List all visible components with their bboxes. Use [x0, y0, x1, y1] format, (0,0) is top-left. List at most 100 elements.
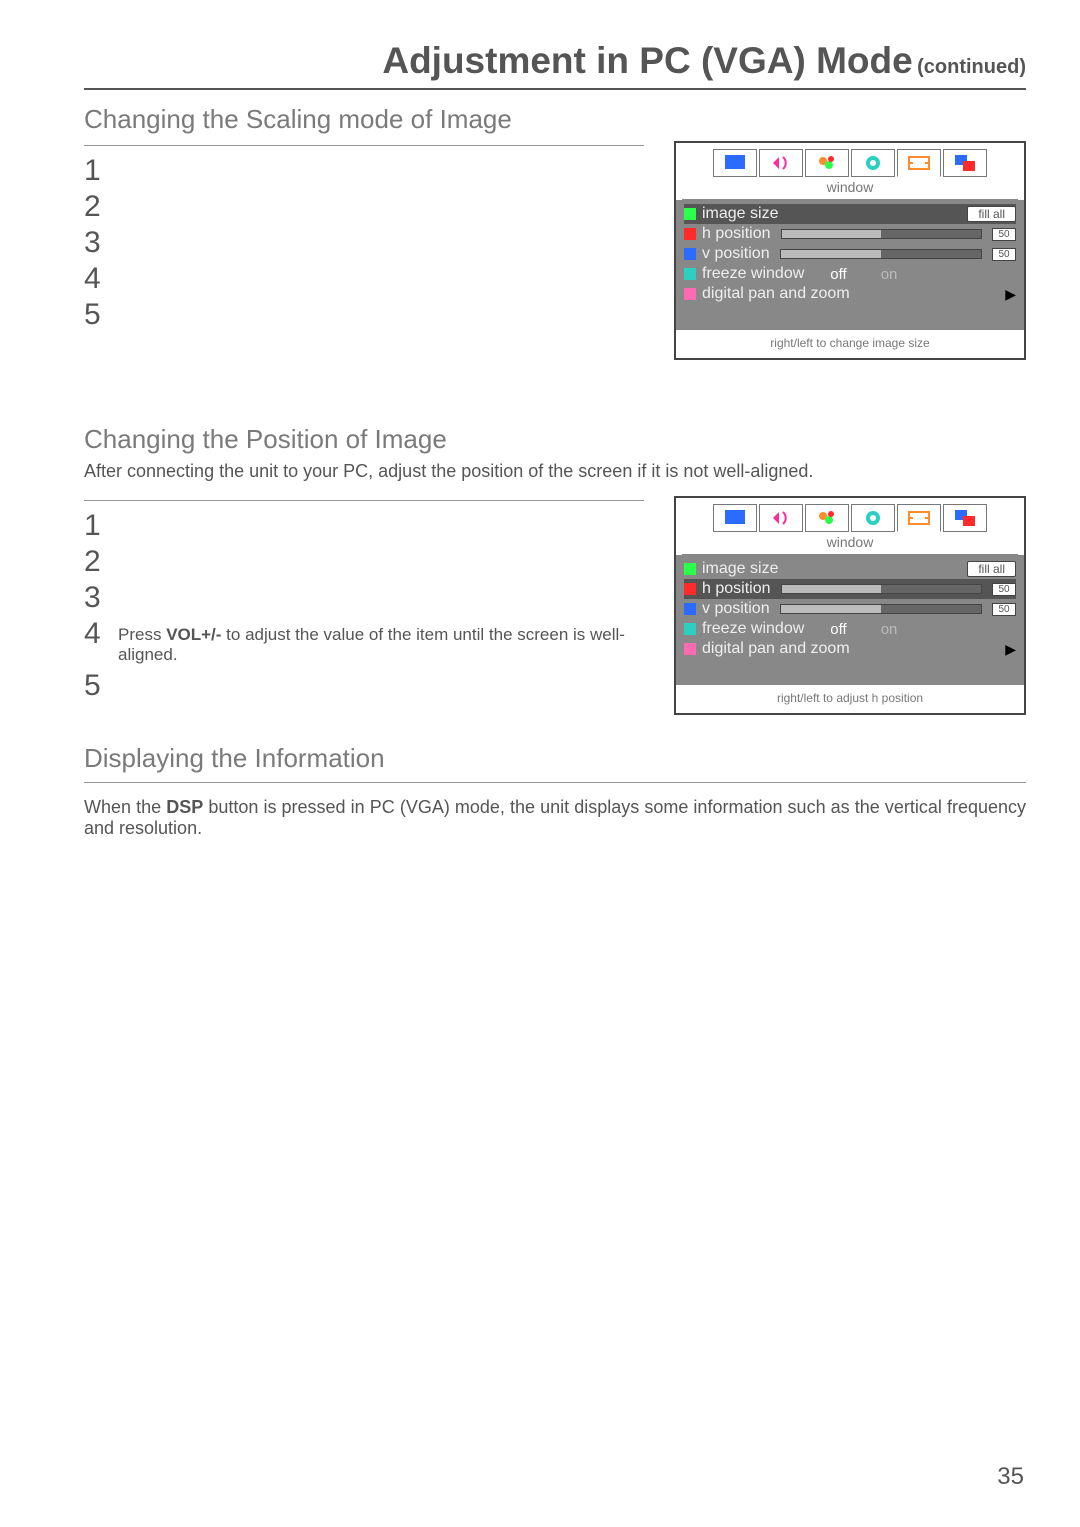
step-number: 1 [84, 156, 108, 186]
bullet-icon [684, 288, 696, 300]
osd-tab-label: window [682, 532, 1018, 555]
step: 2 [84, 192, 644, 222]
divider [84, 500, 644, 501]
page: Adjustment in PC (VGA) Mode (continued) … [0, 0, 1080, 1527]
step-number: 1 [84, 511, 108, 541]
osd-item-dpz: digital pan and zoom ▶ [684, 284, 1016, 304]
osd-body: image size fill all h position 50 v posi… [676, 200, 1024, 330]
osd-tabs [676, 143, 1024, 177]
osd-tab-audio-icon [759, 149, 803, 177]
key-label: DSP [166, 797, 203, 817]
osd-tab-window-icon [897, 149, 941, 177]
osd-item-h-position: h position 50 [684, 224, 1016, 244]
osd-hint: right/left to adjust h position [676, 685, 1024, 713]
step: 2 [84, 547, 644, 577]
osd-item-value: fill all [967, 206, 1016, 222]
osd-item-value: 50 [992, 228, 1016, 241]
page-number: 35 [997, 1463, 1024, 1491]
osd-item-label: digital pan and zoom [702, 285, 850, 303]
osd-item-value: 50 [992, 248, 1016, 261]
section2-steps: 1 2 3 4 Press VOL+/- to adjust the value… [84, 496, 644, 715]
osd-tab-pip-icon [943, 149, 987, 177]
step-number: 2 [84, 192, 108, 222]
section1-steps: 1 2 3 4 5 [84, 141, 644, 360]
bullet-icon [684, 643, 696, 655]
osd-item-label: freeze window [702, 620, 804, 638]
step-text: Press VOL+/- to adjust the value of the … [118, 619, 644, 665]
step: 1 [84, 156, 644, 186]
bullet-icon [684, 228, 696, 240]
osd-hint: right/left to change image size [676, 330, 1024, 358]
section2-intro: After connecting the unit to your PC, ad… [84, 461, 1026, 482]
osd-tab-label: window [682, 177, 1018, 200]
osd-tabs [676, 498, 1024, 532]
slider-icon [780, 604, 982, 614]
bullet-icon [684, 583, 696, 595]
step-number: 5 [84, 300, 108, 330]
osd-item-label: h position [702, 225, 771, 243]
osd-item-v-position: v position 50 [684, 244, 1016, 264]
osd-item-label: image size [702, 560, 778, 578]
osd-tab-picture-icon [713, 149, 757, 177]
osd-item-label: image size [702, 205, 778, 223]
slider-icon [781, 584, 983, 594]
step-number: 2 [84, 547, 108, 577]
step: 4 Press VOL+/- to adjust the value of th… [84, 619, 644, 665]
osd-value-on: on [881, 266, 898, 283]
slider-icon [781, 229, 983, 239]
osd-tab-window-icon [897, 504, 941, 532]
osd-item-image-size: image size fill all [684, 559, 1016, 579]
osd-item-label: freeze window [702, 265, 804, 283]
osd-menu-1: window image size fill all h position 50… [674, 141, 1026, 360]
osd-body: image size fill all h position 50 v posi… [676, 555, 1024, 685]
section2-heading: Changing the Position of Image [84, 424, 1026, 455]
osd-value-off: off [830, 266, 846, 283]
section1-heading: Changing the Scaling mode of Image [84, 104, 1026, 135]
section2-row: 1 2 3 4 Press VOL+/- to adjust the value… [84, 496, 1026, 715]
section3-heading: Displaying the Information [84, 743, 1026, 774]
bullet-icon [684, 603, 696, 615]
osd-tab-function-icon [851, 149, 895, 177]
step: 4 [84, 264, 644, 294]
step-number: 4 [84, 619, 108, 649]
bullet-icon [684, 563, 696, 575]
osd-tab-function-icon [851, 504, 895, 532]
slider-icon [780, 249, 982, 259]
osd-tab-pip-icon [943, 504, 987, 532]
osd-item-freeze-window: freeze window off on [684, 619, 1016, 639]
osd-item-freeze-window: freeze window off on [684, 264, 1016, 284]
osd-value-on: on [881, 621, 898, 638]
osd-value-off: off [830, 621, 846, 638]
osd-menu-2: window image size fill all h position 50… [674, 496, 1026, 715]
step: 1 [84, 511, 644, 541]
osd-item-value: 50 [992, 603, 1016, 616]
text: button is pressed in PC (VGA) mode, the … [84, 797, 1026, 838]
bullet-icon [684, 208, 696, 220]
chevron-right-icon: ▶ [1005, 641, 1016, 658]
step-number: 3 [84, 583, 108, 613]
text: Press [118, 625, 166, 644]
osd-item-label: h position [702, 580, 771, 598]
section1-row: 1 2 3 4 5 window image size fill all [84, 141, 1026, 360]
osd-item-value: 50 [992, 583, 1016, 596]
step-number: 3 [84, 228, 108, 258]
divider [84, 782, 1026, 783]
section3-body: When the DSP button is pressed in PC (VG… [84, 797, 1026, 839]
bullet-icon [684, 268, 696, 280]
osd-item-label: digital pan and zoom [702, 640, 850, 658]
step: 5 [84, 300, 644, 330]
osd-tab-setup-icon [805, 504, 849, 532]
step-number: 4 [84, 264, 108, 294]
step: 5 [84, 671, 644, 701]
chevron-right-icon: ▶ [1005, 286, 1016, 303]
key-label: VOL+/- [166, 625, 221, 644]
text: When the [84, 797, 166, 817]
osd-tab-setup-icon [805, 149, 849, 177]
title-main: Adjustment in PC (VGA) Mode [382, 40, 912, 81]
bullet-icon [684, 248, 696, 260]
step: 3 [84, 583, 644, 613]
osd-item-h-position: h position 50 [684, 579, 1016, 599]
page-title: Adjustment in PC (VGA) Mode (continued) [84, 40, 1026, 90]
osd-item-label: v position [702, 245, 770, 263]
osd-tab-picture-icon [713, 504, 757, 532]
